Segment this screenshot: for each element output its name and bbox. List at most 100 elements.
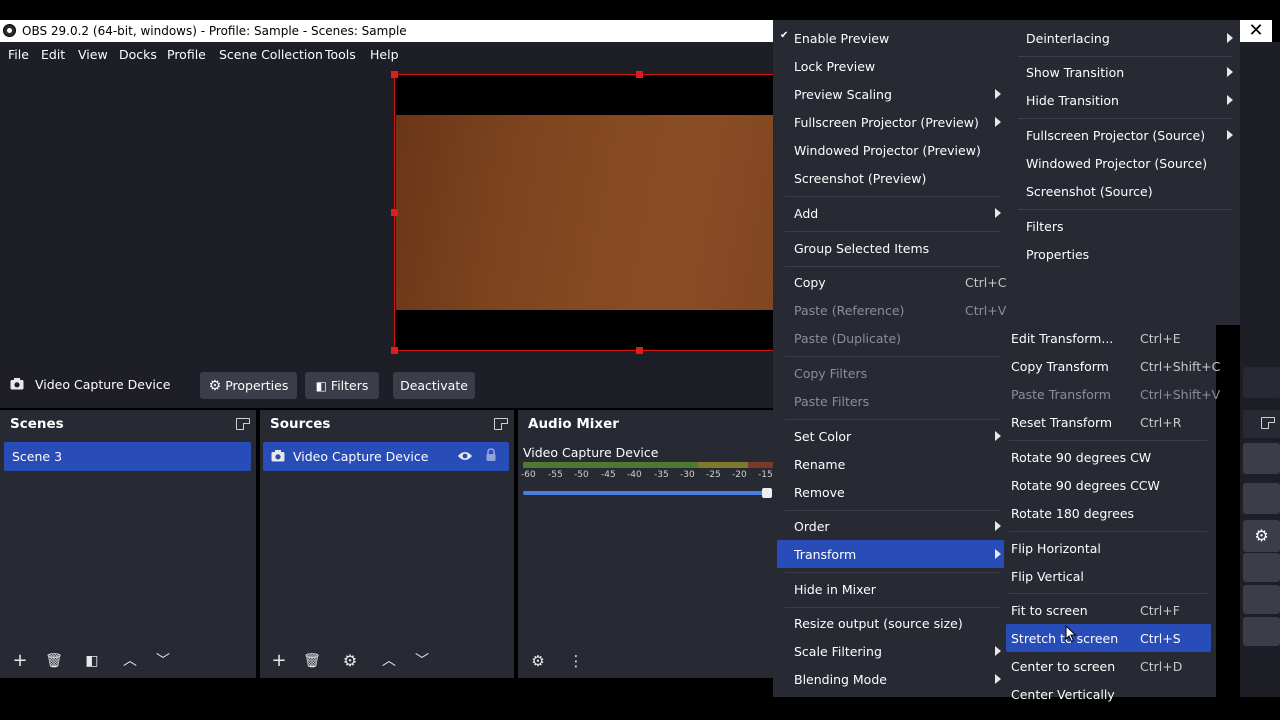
close-button[interactable]: ✕ (1240, 20, 1272, 42)
resize-handle[interactable] (391, 71, 398, 78)
edge-button[interactable] (1243, 617, 1280, 646)
edge-button[interactable] (1243, 367, 1280, 398)
trash-icon[interactable]: 🗑 (300, 650, 324, 674)
menu-rotate-180[interactable]: Rotate 180 degrees (1011, 506, 1134, 521)
menu-show-transition[interactable]: Show Transition (1026, 65, 1124, 80)
menu-profile[interactable]: Profile (167, 47, 206, 62)
menu-deinterlacing[interactable]: Deinterlacing (1026, 31, 1110, 46)
submenu-arrow-icon (995, 549, 1001, 559)
move-up-icon[interactable]: ︿ (377, 650, 401, 674)
edge-button[interactable] (1243, 585, 1280, 614)
edge-button[interactable] (1243, 483, 1280, 514)
menu-paste-reference-shortcut: Ctrl+V (965, 303, 1007, 318)
scene-item-selected[interactable]: Scene 3 (4, 442, 251, 471)
menu-separator (785, 356, 1000, 357)
menu-separator (1018, 56, 1233, 57)
menu-separator (1018, 118, 1233, 119)
menu-center-to-screen[interactable]: Center to screen (1011, 659, 1115, 674)
eye-icon[interactable] (457, 450, 473, 462)
menu-screenshot-source[interactable]: Screenshot (Source) (1026, 184, 1153, 199)
move-up-icon[interactable]: ︿ (118, 650, 142, 674)
menu-help[interactable]: Help (370, 47, 399, 62)
menu-copy-filters: Copy Filters (794, 366, 868, 381)
menu-file[interactable]: File (8, 47, 29, 62)
deactivate-button[interactable]: Deactivate (393, 372, 475, 399)
menu-set-color[interactable]: Set Color (794, 429, 851, 444)
gear-icon: ⚙ (208, 378, 222, 394)
volume-slider-handle[interactable] (762, 488, 772, 498)
menu-separator (1009, 531, 1207, 532)
add-source-button[interactable]: + (267, 650, 291, 674)
resize-handle[interactable] (391, 209, 398, 216)
meter-tick: -40 (627, 470, 642, 480)
submenu-arrow-icon (1227, 95, 1233, 105)
menu-docks[interactable]: Docks (119, 47, 157, 62)
menu-hide-transition[interactable]: Hide Transition (1026, 93, 1119, 108)
menu-scene-collection[interactable]: Scene Collection (219, 47, 323, 62)
menu-add[interactable]: Add (794, 206, 818, 221)
menu-flip-horizontal[interactable]: Flip Horizontal (1011, 541, 1101, 556)
menu-screenshot-preview[interactable]: Screenshot (Preview) (794, 171, 926, 186)
edge-button[interactable] (1243, 443, 1280, 474)
menu-transform[interactable]: Transform (794, 547, 856, 562)
submenu-arrow-icon (1227, 33, 1233, 43)
submenu-arrow-icon (995, 208, 1001, 218)
menu-tools[interactable]: Tools (325, 47, 356, 62)
submenu-arrow-icon (995, 117, 1001, 127)
gear-icon[interactable]: ⚙ (338, 650, 362, 674)
menu-enable-preview[interactable]: Enable Preview (794, 31, 889, 46)
resize-handle[interactable] (636, 347, 643, 354)
resize-handle[interactable] (636, 71, 643, 78)
advanced-audio-icon[interactable]: ⚙ (526, 650, 550, 674)
resize-handle[interactable] (391, 347, 398, 354)
add-scene-button[interactable]: + (8, 650, 32, 674)
menu-windowed-projector-preview[interactable]: Windowed Projector (Preview) (794, 143, 981, 158)
menu-edit-transform[interactable]: Edit Transform... (1011, 331, 1113, 346)
menu-reset-transform[interactable]: Reset Transform (1011, 415, 1112, 430)
scene-filters-icon[interactable]: ◧ (80, 650, 104, 674)
dock-float-icon[interactable] (494, 418, 508, 430)
edge-button[interactable] (1243, 553, 1280, 582)
menu-hide-in-mixer[interactable]: Hide in Mixer (794, 582, 876, 597)
menu-blending-mode[interactable]: Blending Mode (794, 672, 887, 687)
dock-float-icon[interactable] (236, 418, 250, 430)
menu-fit-to-screen[interactable]: Fit to screen (1011, 603, 1088, 618)
trash-icon[interactable]: 🗑 (42, 650, 66, 674)
menu-rotate-cw[interactable]: Rotate 90 degrees CW (1011, 450, 1151, 465)
move-down-icon[interactable]: ﹀ (410, 650, 434, 674)
dock-float-icon[interactable] (1261, 417, 1275, 429)
menu-copy[interactable]: Copy (794, 275, 826, 290)
menu-remove[interactable]: Remove (794, 485, 845, 500)
menu-edit[interactable]: Edit (41, 47, 65, 62)
more-options-icon[interactable]: ⋮ (564, 650, 588, 674)
menu-windowed-projector-source[interactable]: Windowed Projector (Source) (1026, 156, 1207, 171)
properties-button[interactable]: ⚙ Properties (200, 372, 297, 399)
menu-group-selected[interactable]: Group Selected Items (794, 241, 929, 256)
menu-fullscreen-projector-source[interactable]: Fullscreen Projector (Source) (1026, 128, 1205, 143)
menu-preview-scaling[interactable]: Preview Scaling (794, 87, 892, 102)
checkmark-icon: ✔ (780, 30, 789, 41)
lock-icon[interactable] (485, 448, 497, 462)
menu-scale-filtering[interactable]: Scale Filtering (794, 644, 882, 659)
meter-tick: -20 (732, 470, 747, 480)
menu-view[interactable]: View (78, 47, 108, 62)
context-source-name: Video Capture Device (35, 377, 171, 392)
move-down-icon[interactable]: ﹀ (151, 650, 175, 674)
menu-filters[interactable]: Filters (1026, 219, 1063, 234)
menu-center-vertically[interactable]: Center Vertically (1011, 687, 1115, 702)
meter-tick: -45 (601, 470, 616, 480)
window-titlebar[interactable]: OBS 29.0.2 (64-bit, windows) - Profile: … (0, 20, 773, 42)
menu-flip-vertical[interactable]: Flip Vertical (1011, 569, 1084, 584)
menu-lock-preview[interactable]: Lock Preview (794, 59, 875, 74)
menu-rotate-ccw[interactable]: Rotate 90 degrees CCW (1011, 478, 1160, 493)
menu-rename[interactable]: Rename (794, 457, 845, 472)
menu-properties[interactable]: Properties (1026, 247, 1089, 262)
menu-resize-output[interactable]: Resize output (source size) (794, 616, 963, 631)
filters-button[interactable]: ◧ Filters (305, 372, 379, 399)
menu-order[interactable]: Order (794, 519, 830, 534)
volume-slider[interactable] (523, 491, 765, 495)
menu-copy-shortcut: Ctrl+C (965, 275, 1007, 290)
menu-fullscreen-projector-preview[interactable]: Fullscreen Projector (Preview) (794, 115, 979, 130)
gear-icon[interactable]: ⚙ (1243, 520, 1280, 552)
menu-copy-transform[interactable]: Copy Transform (1011, 359, 1109, 374)
